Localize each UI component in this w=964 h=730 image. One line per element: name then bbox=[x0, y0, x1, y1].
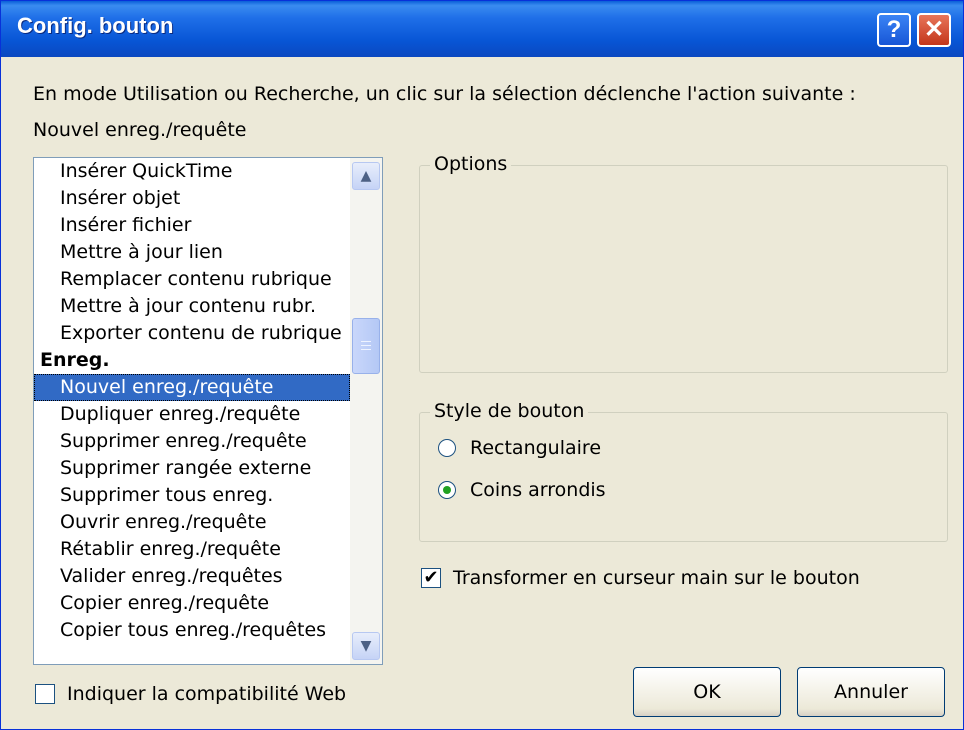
list-item[interactable]: Insérer fichier bbox=[34, 212, 350, 239]
list-item[interactable]: Valider enreg./requêtes bbox=[34, 563, 350, 590]
scroll-down-button[interactable]: ▼ bbox=[352, 632, 380, 660]
title-bar[interactable]: Config. bouton ? ✕ bbox=[1, 1, 963, 57]
scroll-up-button[interactable]: ▲ bbox=[352, 162, 380, 190]
radio-circle-icon[interactable] bbox=[438, 481, 456, 499]
scroll-thumb[interactable] bbox=[352, 318, 380, 374]
options-legend: Options bbox=[430, 153, 512, 175]
chevron-down-icon: ▼ bbox=[360, 638, 372, 654]
button-style-legend: Style de bouton bbox=[430, 400, 589, 422]
list-item[interactable]: Supprimer enreg./requête bbox=[34, 428, 350, 455]
list-item[interactable]: Dupliquer enreg./requête bbox=[34, 401, 350, 428]
list-item[interactable]: Copier enreg./requête bbox=[34, 590, 350, 617]
description-text: En mode Utilisation ou Recherche, un cli… bbox=[33, 83, 856, 105]
close-button[interactable]: ✕ bbox=[917, 13, 951, 47]
list-item[interactable]: Copier tous enreg./requêtes bbox=[34, 617, 350, 644]
action-list-items: Insérer QuickTime Insérer objet Insérer fi… bbox=[34, 158, 350, 644]
help-button[interactable]: ? bbox=[877, 13, 911, 47]
dialog-window: Config. bouton ? ✕ En mode Utilisation o… bbox=[0, 0, 964, 730]
list-item[interactable]: Supprimer rangée externe bbox=[34, 455, 350, 482]
web-compat-checkbox[interactable]: Indiquer la compatibilité Web bbox=[35, 683, 346, 705]
list-item[interactable]: Ouvrir enreg./requête bbox=[34, 509, 350, 536]
list-item[interactable]: Mettre à jour lien bbox=[34, 239, 350, 266]
list-item[interactable]: Nouvel enreg./requête bbox=[34, 374, 350, 401]
web-compat-label: Indiquer la compatibilité Web bbox=[67, 683, 347, 705]
list-category-header: Enreg. bbox=[40, 349, 110, 371]
radio-selected-dot-icon bbox=[443, 486, 451, 494]
action-list-scrollbar[interactable]: ▲ ▼ bbox=[350, 158, 382, 664]
radio-rounded-corners[interactable]: Coins arrondis bbox=[438, 479, 606, 501]
list-item[interactable]: Insérer objet bbox=[34, 185, 350, 212]
radio-rectangular[interactable]: Rectangulaire bbox=[438, 437, 601, 459]
chevron-up-icon: ▲ bbox=[360, 168, 372, 184]
options-group: Options bbox=[419, 153, 948, 373]
list-item[interactable]: Mettre à jour contenu rubr. bbox=[34, 293, 350, 320]
button-style-group: Style de bouton Rectangulaire Coins arro… bbox=[419, 400, 948, 542]
checkmark-icon[interactable]: ✔ bbox=[421, 568, 441, 588]
list-item[interactable]: Rétablir enreg./requête bbox=[34, 536, 350, 563]
hand-cursor-checkbox[interactable]: ✔ Transformer en curseur main sur le bou… bbox=[421, 567, 860, 589]
checkbox-empty-icon[interactable] bbox=[35, 684, 55, 704]
radio-rectangular-label: Rectangulaire bbox=[470, 437, 602, 459]
hand-cursor-label: Transformer en curseur main sur le bouto… bbox=[453, 567, 860, 589]
window-title: Config. bouton bbox=[17, 13, 174, 38]
ok-button[interactable]: OK bbox=[633, 667, 781, 717]
cancel-button[interactable]: Annuler bbox=[797, 667, 945, 717]
radio-rounded-label: Coins arrondis bbox=[470, 479, 606, 501]
list-item[interactable]: Exporter contenu de rubrique bbox=[34, 320, 350, 347]
current-action-label: Nouvel enreg./requête bbox=[33, 119, 247, 141]
list-item[interactable]: Supprimer tous enreg. bbox=[34, 482, 350, 509]
list-item[interactable]: Remplacer contenu rubrique bbox=[34, 266, 350, 293]
radio-circle-icon[interactable] bbox=[438, 439, 456, 457]
list-item[interactable]: Insérer QuickTime bbox=[34, 158, 350, 185]
action-list[interactable]: Insérer QuickTime Insérer objet Insérer fi… bbox=[33, 157, 383, 665]
